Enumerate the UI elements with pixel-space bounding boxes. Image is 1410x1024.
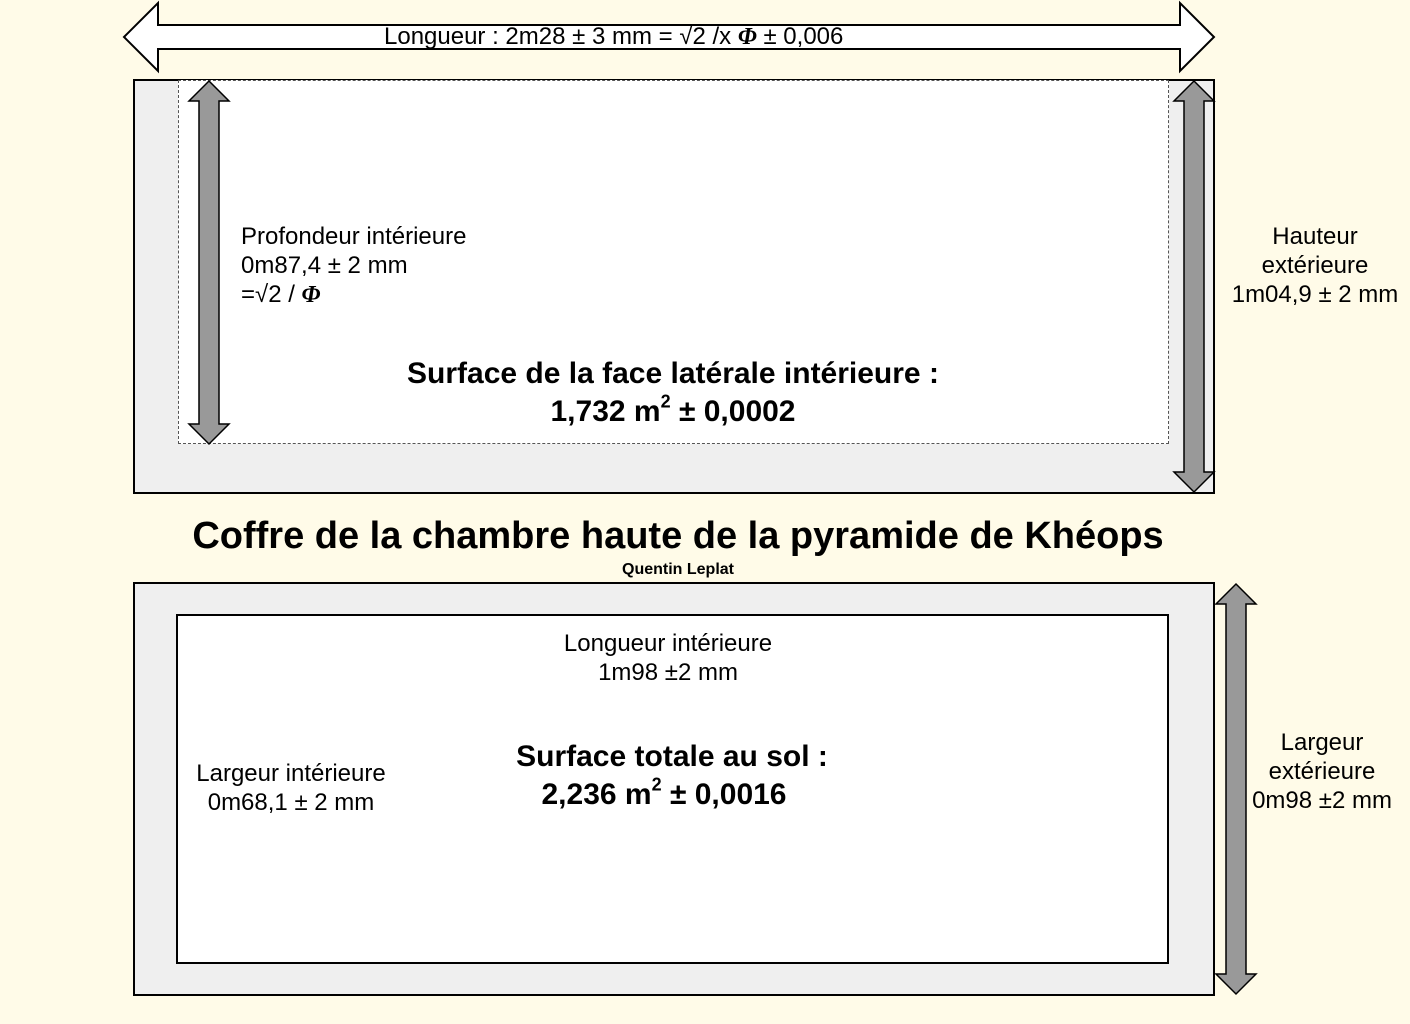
height-label-line2: extérieure xyxy=(1261,252,1369,279)
page-title: Coffre de la chambre haute de la pyramid… xyxy=(192,515,1164,557)
floor-surface-title: Surface totale au sol : xyxy=(516,740,828,773)
depth-label-formula: =√2 / Φ xyxy=(241,280,466,310)
depth-label: Profondeur intérieure 0m87,4 ± 2 mm =√2 … xyxy=(241,222,466,310)
floor-surface-number: 2,236 m xyxy=(541,778,652,811)
exterior-width-line3: 0m98 ±2 mm xyxy=(1252,787,1392,814)
length-label: Longueur : 2m28 ± 3 mm = √2 /x Φ ± 0,006 xyxy=(384,22,843,52)
floor-surface-label: Surface totale au sol : 2,236 m2 ± 0,001… xyxy=(472,738,872,814)
floor-surface-exponent: 2 xyxy=(651,774,662,795)
floor-surface-value: 2,236 m2 ± 0,0016 xyxy=(456,776,872,814)
height-label: Hauteur extérieure 1m04,9 ± 2 mm xyxy=(1222,222,1408,309)
height-label-line3: 1m04,9 ± 2 mm xyxy=(1231,281,1399,308)
length-label-text: Longueur : 2m28 ± 3 mm = √2 /x xyxy=(384,23,732,50)
side-surface-title: Surface de la face latérale intérieure : xyxy=(407,357,939,390)
length-label-tolerance: ± 0,006 xyxy=(763,23,844,50)
floor-surface-tolerance: ± 0,0016 xyxy=(669,778,787,811)
side-surface-exponent: 2 xyxy=(660,391,671,412)
depth-label-value: 0m87,4 ± 2 mm xyxy=(241,252,408,279)
exterior-width-line1: Largeur xyxy=(1280,729,1364,756)
inner-width-title: Largeur intérieure xyxy=(196,760,386,787)
inner-length-label: Longueur intérieure 1m98 ±2 mm xyxy=(518,629,818,687)
author-credit: Quentin Leplat xyxy=(622,561,734,578)
dimension-arrows xyxy=(122,0,1258,996)
side-surface-number: 1,732 m xyxy=(550,395,661,428)
height-label-line1: Hauteur xyxy=(1272,223,1358,250)
inner-length-title: Longueur intérieure xyxy=(563,630,773,657)
inner-width-label: Largeur intérieure 0m68,1 ± 2 mm xyxy=(186,759,396,817)
depth-vertical-arrow xyxy=(187,79,231,446)
side-surface-label: Surface de la face latérale intérieure :… xyxy=(373,355,973,431)
phi-symbol: Φ xyxy=(301,282,321,308)
inner-width-value: 0m68,1 ± 2 mm xyxy=(207,789,375,816)
depth-label-title: Profondeur intérieure xyxy=(241,223,467,250)
height-vertical-arrow xyxy=(1172,79,1216,494)
exterior-width-label: Largeur extérieure 0m98 ±2 mm xyxy=(1236,728,1408,815)
inner-length-value: 1m98 ±2 mm xyxy=(598,659,738,686)
depth-formula-text: =√2 / xyxy=(241,281,295,308)
phi-symbol: Φ xyxy=(737,24,757,50)
side-surface-value: 1,732 m2 ± 0,0002 xyxy=(373,393,973,431)
side-surface-tolerance: ± 0,0002 xyxy=(678,395,796,428)
exterior-width-line2: extérieure xyxy=(1268,758,1376,785)
